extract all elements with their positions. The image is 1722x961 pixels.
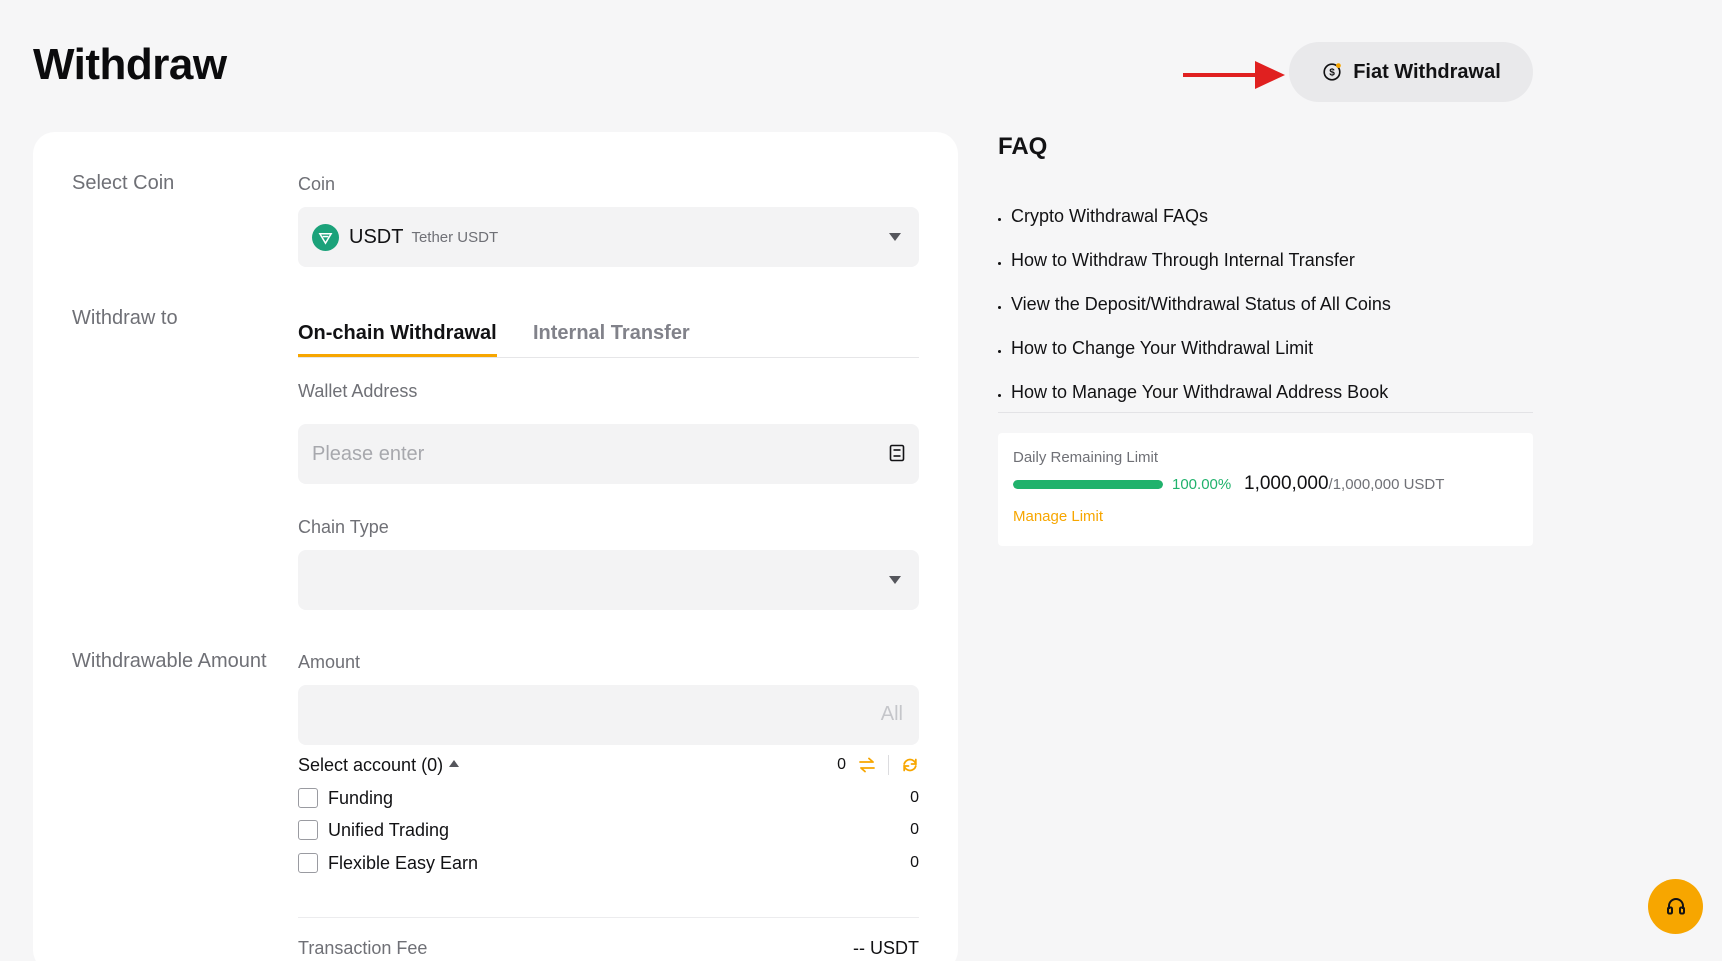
red-arrow-annotation (1183, 61, 1285, 89)
account-row-flexible-easy-earn: Flexible Easy Earn 0 (298, 850, 919, 876)
chain-type-select[interactable] (298, 550, 919, 610)
faq-title: FAQ (998, 133, 1048, 160)
select-account-row: Select account (0) 0 (298, 752, 919, 778)
unified-trading-checkbox[interactable] (298, 820, 318, 840)
faq-link[interactable]: How to Withdraw Through Internal Transfe… (998, 238, 1391, 282)
transfer-icon[interactable] (858, 757, 876, 773)
transaction-fee-value: -- USDT (853, 938, 919, 958)
faq-link-label: How to Withdraw Through Internal Transfe… (1011, 249, 1355, 270)
chain-type-label: Chain Type (298, 517, 389, 537)
coin-symbol: USDT (349, 225, 404, 248)
coin-field-label: Coin (298, 174, 336, 194)
faq-link[interactable]: How to Change Your Withdrawal Limit (998, 326, 1391, 370)
faq-list: Crypto Withdrawal FAQs How to Withdraw T… (998, 194, 1391, 414)
limit-progress-bar (1013, 480, 1163, 489)
chevron-up-icon[interactable] (449, 760, 460, 767)
tether-icon (312, 223, 339, 251)
faq-link[interactable]: Crypto Withdrawal FAQs (998, 194, 1391, 238)
bullet-icon (998, 305, 1001, 309)
limit-remaining: 1,000,000 (1244, 473, 1329, 494)
bullet-icon (998, 217, 1001, 221)
faq-link-label: View the Deposit/Withdrawal Status of Al… (1011, 293, 1391, 314)
tab-on-chain-withdrawal[interactable]: On-chain Withdrawal (298, 322, 497, 357)
amount-all-button[interactable]: All (881, 703, 903, 726)
customer-support-button[interactable] (1648, 879, 1703, 934)
manage-limit-link[interactable]: Manage Limit (1013, 508, 1103, 525)
headset-icon (1666, 897, 1685, 914)
select-coin-label: Select Coin (72, 172, 175, 194)
chevron-down-icon (889, 233, 901, 241)
account-label: Flexible Easy Earn (328, 852, 479, 873)
account-value: 0 (910, 854, 919, 871)
divider (998, 412, 1533, 413)
coin-name: Tether USDT (411, 228, 499, 246)
limit-percent: 100.00% (1172, 476, 1232, 493)
refresh-icon[interactable] (901, 756, 919, 774)
withdraw-form-card: Select Coin Coin USDT Tether USDT Withdr… (33, 132, 958, 961)
transaction-fee-label: Transaction Fee (298, 938, 428, 958)
account-label: Funding (328, 787, 394, 808)
wallet-address-input[interactable]: Please enter (298, 424, 919, 484)
wallet-address-label: Wallet Address (298, 381, 418, 401)
fiat-withdrawal-label: Fiat Withdrawal (1353, 60, 1501, 83)
select-account-total: 0 (837, 756, 846, 773)
daily-limit-card: Daily Remaining Limit 100.00% 1,000,000/… (998, 433, 1533, 546)
faq-link[interactable]: How to Manage Your Withdrawal Address Bo… (998, 370, 1391, 414)
faq-link-label: How to Change Your Withdrawal Limit (1011, 337, 1314, 358)
withdraw-to-label: Withdraw to (72, 307, 178, 329)
amount-input[interactable]: All (298, 685, 919, 745)
limit-amount: 1,000,000/1,000,000 USDT (1244, 473, 1444, 495)
fiat-withdrawal-button[interactable]: $ Fiat Withdrawal (1289, 42, 1533, 102)
withdraw-method-tabs: On-chain Withdrawal Internal Transfer (298, 310, 919, 358)
withdrawable-amount-label: Withdrawable Amount (72, 650, 267, 672)
account-value: 0 (910, 821, 919, 838)
bullet-icon (998, 393, 1001, 397)
bullet-icon (998, 261, 1001, 265)
account-label: Unified Trading (328, 819, 450, 840)
tab-internal-transfer[interactable]: Internal Transfer (533, 322, 690, 345)
limit-progress-fill (1013, 480, 1163, 489)
dollar-cycle-icon: $ (1323, 63, 1341, 81)
select-account-actions: 0 (837, 752, 919, 778)
chevron-down-icon (889, 576, 901, 584)
faq-link[interactable]: View the Deposit/Withdrawal Status of Al… (998, 282, 1391, 326)
faq-link-label: Crypto Withdrawal FAQs (1011, 205, 1209, 226)
coin-select[interactable]: USDT Tether USDT (298, 207, 919, 267)
faq-link-label: How to Manage Your Withdrawal Address Bo… (1011, 381, 1389, 402)
page-title: Withdraw (33, 40, 227, 89)
wallet-address-placeholder: Please enter (312, 442, 425, 465)
account-row-unified-trading: Unified Trading 0 (298, 817, 919, 843)
svg-text:$: $ (1329, 68, 1335, 79)
select-account-toggle[interactable]: Select account (0) (298, 755, 443, 776)
withdraw-page: Withdraw $ Fiat Withdrawal Select Coin C… (0, 0, 1722, 961)
limit-title: Daily Remaining Limit (1013, 449, 1159, 466)
divider (298, 917, 919, 918)
bullet-icon (998, 349, 1001, 353)
amount-label: Amount (298, 652, 361, 672)
limit-total: /1,000,000 USDT (1328, 476, 1445, 493)
flexible-easy-earn-checkbox[interactable] (298, 853, 318, 873)
account-value: 0 (910, 789, 919, 806)
divider (888, 755, 889, 775)
account-row-funding: Funding 0 (298, 785, 919, 811)
address-book-icon[interactable] (889, 444, 905, 462)
funding-checkbox[interactable] (298, 788, 318, 808)
